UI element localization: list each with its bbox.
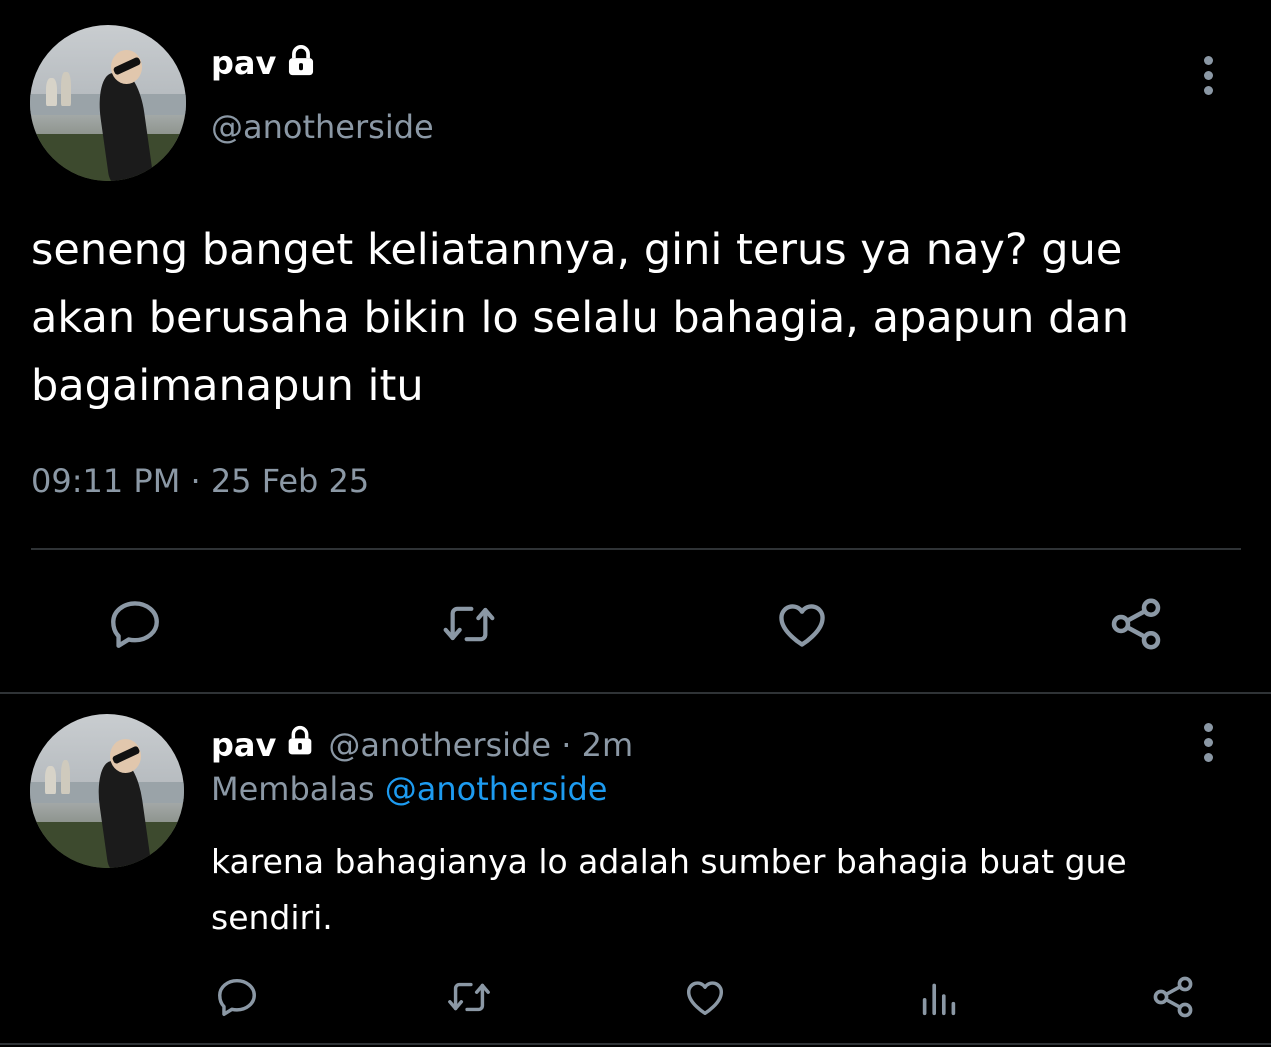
retweet-icon[interactable]: [436, 592, 502, 656]
tweet-detail-screen: pav @anotherside seneng banget keliatann…: [0, 0, 1271, 1047]
share-icon[interactable]: [1104, 592, 1168, 656]
avatar[interactable]: [30, 714, 184, 868]
lock-icon: [284, 44, 318, 82]
like-icon[interactable]: [680, 972, 730, 1022]
reply-icon[interactable]: [103, 592, 167, 656]
reply-text: karena bahagianya lo adalah sumber bahag…: [211, 842, 1127, 937]
reply-author-row[interactable]: pav @anotherside · 2m: [211, 725, 633, 765]
tweet-timestamp[interactable]: 09:11 PM · 25 Feb 25: [31, 462, 369, 500]
replying-to: Membalas @anotherside: [211, 770, 607, 808]
tweet-text: seneng banget keliatannya, gini terus ya…: [31, 225, 1129, 411]
author-handle[interactable]: @anotherside: [211, 108, 434, 146]
author-name-row[interactable]: pav: [211, 44, 318, 82]
more-options-icon[interactable]: [1198, 56, 1218, 101]
analytics-icon[interactable]: [914, 972, 964, 1022]
divider: [0, 692, 1271, 694]
replying-prefix: Membalas: [211, 770, 375, 808]
avatar[interactable]: [30, 25, 186, 181]
divider: [31, 548, 1241, 550]
display-name[interactable]: pav: [211, 726, 276, 764]
share-icon[interactable]: [1148, 972, 1198, 1022]
handle-and-time[interactable]: @anotherside · 2m: [328, 726, 633, 764]
more-options-icon[interactable]: [1198, 723, 1218, 768]
main-tweet: pav @anotherside seneng banget keliatann…: [0, 0, 1271, 694]
lock-icon: [284, 725, 316, 765]
display-name[interactable]: pav: [211, 44, 276, 82]
like-icon[interactable]: [770, 592, 834, 656]
replying-mention-link[interactable]: @anotherside: [385, 770, 608, 808]
divider: [0, 1043, 1271, 1045]
retweet-icon[interactable]: [443, 972, 495, 1022]
reply-icon[interactable]: [212, 972, 262, 1022]
